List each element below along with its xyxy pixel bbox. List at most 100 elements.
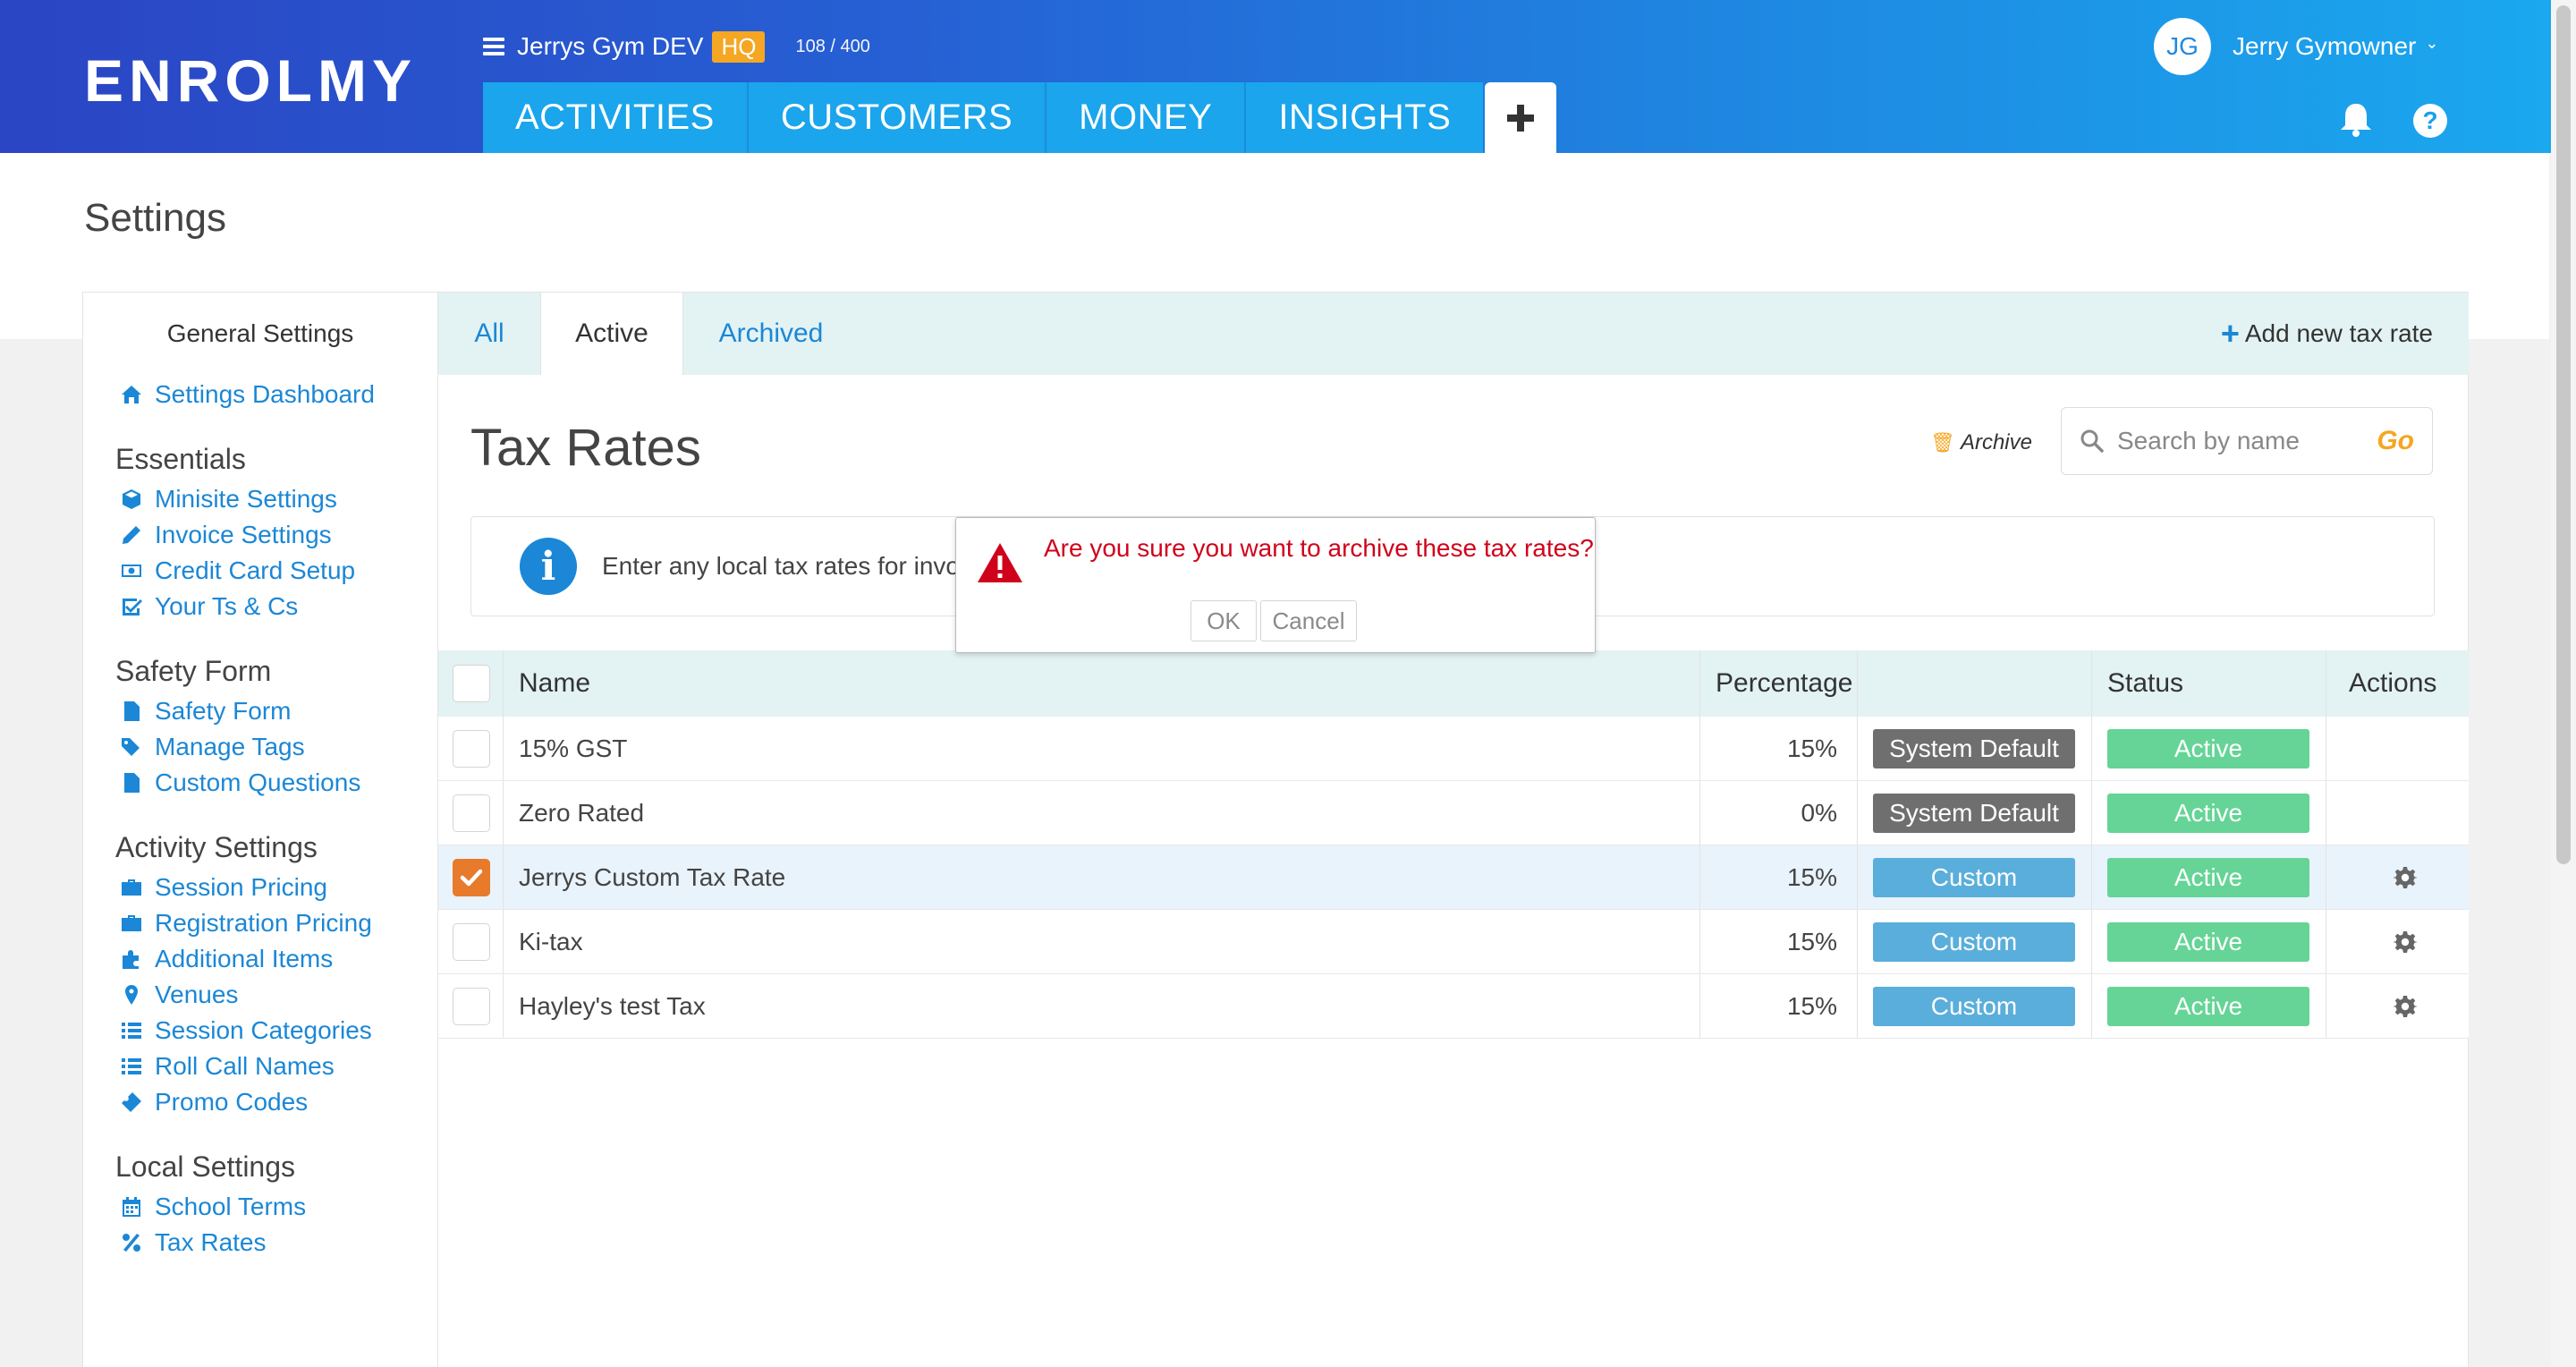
- money-icon: [119, 558, 144, 583]
- status-badge: Active: [2107, 728, 2309, 768]
- check-square-icon: [119, 594, 144, 619]
- sidebar-item-label: Promo Codes: [155, 1088, 309, 1116]
- row-checkbox[interactable]: [453, 858, 490, 896]
- sidebar-item-settings-dashboard[interactable]: Settings Dashboard: [119, 377, 437, 412]
- org-name[interactable]: Jerrys Gym DEV: [517, 32, 703, 61]
- sidebar-item-tax-rates[interactable]: Tax Rates: [119, 1225, 437, 1261]
- sidebar-item-invoice-settings[interactable]: Invoice Settings: [119, 517, 437, 553]
- sidebar-item-school-terms[interactable]: School Terms: [119, 1189, 437, 1225]
- row-checkbox[interactable]: [453, 922, 490, 961]
- cancel-button[interactable]: Cancel: [1260, 600, 1357, 641]
- sidebar-item-additional-items[interactable]: Additional Items: [119, 941, 437, 977]
- add-new-tax-rate-button[interactable]: + Add new tax rate: [2221, 293, 2433, 375]
- status-tabs: All Active Archived + Add new tax rate: [438, 293, 2469, 375]
- archive-confirm-dialog: Are you sure you want to archive these t…: [955, 517, 1596, 653]
- search-input[interactable]: [2117, 427, 2377, 455]
- sidebar-item-label: Session Categories: [155, 1016, 372, 1044]
- sidebar-item-label: Safety Form: [155, 697, 292, 725]
- sidebar-item-label: Manage Tags: [155, 733, 305, 760]
- user-name[interactable]: Jerry Gymowner: [2233, 32, 2416, 61]
- row-percentage: 15%: [1786, 734, 1837, 762]
- type-badge: System Default: [1873, 793, 2075, 833]
- ok-button[interactable]: OK: [1191, 600, 1257, 641]
- row-checkbox[interactable]: [453, 729, 490, 768]
- table-body: 15% GST 15% System Default Active Zero Rated…: [438, 717, 2469, 1039]
- nav-activities[interactable]: ACTIVITIES: [483, 82, 749, 153]
- search-go-button[interactable]: Go: [2377, 426, 2414, 456]
- column-header-name[interactable]: Name: [519, 650, 590, 717]
- list-icon: [119, 1054, 144, 1079]
- row-checkbox[interactable]: [453, 987, 490, 1025]
- tab-archived[interactable]: Archived: [683, 293, 859, 375]
- sidebar-item-custom-questions[interactable]: Custom Questions: [119, 765, 437, 801]
- tab-all[interactable]: All: [438, 293, 540, 375]
- sidebar-item-roll-call-names[interactable]: Roll Call Names: [119, 1049, 437, 1084]
- column-header-status[interactable]: Status: [2107, 650, 2183, 717]
- type-badge: System Default: [1873, 728, 2075, 768]
- tab-active[interactable]: Active: [540, 293, 683, 375]
- status-badge: Active: [2107, 986, 2309, 1026]
- top-bar: ENROLMY Jerrys Gym DEV HQ 108 / 400 ACTI…: [0, 0, 2576, 153]
- select-all-checkbox[interactable]: [453, 665, 490, 702]
- gear-icon[interactable]: [2394, 930, 2417, 954]
- home-icon: [119, 382, 144, 407]
- sidebar-item-venues[interactable]: Venues: [119, 977, 437, 1013]
- table-row[interactable]: Zero Rated 0% System Default Active: [438, 781, 2469, 845]
- nav-add-button[interactable]: [1485, 82, 1557, 153]
- nav-insights[interactable]: INSIGHTS: [1246, 82, 1484, 153]
- pencil-icon: [119, 522, 144, 548]
- main-nav: ACTIVITIES CUSTOMERS MONEY INSIGHTS: [483, 82, 1557, 153]
- user-menu[interactable]: JG Jerry Gymowner ⌄: [2154, 18, 2438, 75]
- settings-sidebar: General Settings Settings Dashboard Esse…: [82, 292, 438, 1367]
- gear-icon[interactable]: [2394, 995, 2417, 1018]
- row-name: Ki-tax: [519, 927, 583, 955]
- help-icon[interactable]: ?: [2413, 104, 2447, 138]
- sidebar-item-label: Venues: [155, 981, 239, 1008]
- search-box: Go: [2061, 407, 2433, 475]
- sidebar-item-session-categories[interactable]: Session Categories: [119, 1013, 437, 1049]
- org-switcher[interactable]: Jerrys Gym DEV HQ 108 / 400: [483, 29, 870, 64]
- ticket-icon: [119, 1090, 144, 1115]
- table-row[interactable]: Hayley's test Tax 15% Custom Active: [438, 974, 2469, 1039]
- puzzle-icon: [119, 947, 144, 972]
- sidebar-item-promo-codes[interactable]: Promo Codes: [119, 1084, 437, 1120]
- search-icon: [2080, 429, 2104, 453]
- table-row[interactable]: Jerrys Custom Tax Rate 15% Custom Active: [438, 845, 2469, 910]
- sidebar-item-label: Your Ts & Cs: [155, 592, 299, 620]
- list-icon: [119, 1018, 144, 1043]
- scrollbar-thumb[interactable]: [2556, 5, 2571, 864]
- sidebar-item-minisite-settings[interactable]: Minisite Settings: [119, 481, 437, 517]
- avatar[interactable]: JG: [2154, 18, 2211, 75]
- page-scrollbar[interactable]: [2551, 0, 2576, 1367]
- sidebar-item-session-pricing[interactable]: Session Pricing: [119, 870, 437, 905]
- enrolmy-logo[interactable]: ENROLMY: [84, 47, 417, 115]
- calendar-icon: [119, 1194, 144, 1219]
- trash-icon: 🗑: [1930, 431, 1955, 454]
- archive-button[interactable]: 🗑 Archive: [1930, 430, 2032, 455]
- nav-customers[interactable]: CUSTOMERS: [748, 82, 1047, 153]
- chevron-down-icon[interactable]: ⌄: [2425, 34, 2438, 53]
- row-name: 15% GST: [519, 734, 628, 762]
- tax-rates-panel: All Active Archived + Add new tax rate T…: [438, 292, 2469, 1367]
- briefcase-icon: [119, 875, 144, 900]
- sidebar-item-manage-tags[interactable]: Manage Tags: [119, 729, 437, 765]
- table-row[interactable]: Ki-tax 15% Custom Active: [438, 910, 2469, 974]
- sidebar-item-safety-form[interactable]: Safety Form: [119, 693, 437, 729]
- hamburger-icon[interactable]: [483, 38, 504, 55]
- sidebar-item-your-ts-cs[interactable]: Your Ts & Cs: [119, 589, 437, 624]
- status-badge: Active: [2107, 921, 2309, 962]
- plus-icon: [1507, 104, 1535, 132]
- bell-icon[interactable]: [2336, 100, 2376, 140]
- page-title: Settings: [84, 196, 226, 240]
- gear-icon[interactable]: [2394, 866, 2417, 889]
- column-header-percentage[interactable]: Percentage: [1716, 650, 1859, 717]
- section-title-essentials: Essentials: [115, 443, 246, 475]
- sidebar-item-registration-pricing[interactable]: Registration Pricing: [119, 905, 437, 941]
- row-checkbox[interactable]: [453, 794, 490, 832]
- table-row[interactable]: 15% GST 15% System Default Active: [438, 717, 2469, 781]
- sidebar-item-credit-card-setup[interactable]: Credit Card Setup: [119, 553, 437, 589]
- member-count: 108 / 400: [795, 36, 870, 56]
- nav-money[interactable]: MONEY: [1046, 82, 1247, 153]
- row-name: Hayley's test Tax: [519, 991, 706, 1020]
- info-icon: i: [520, 538, 577, 595]
